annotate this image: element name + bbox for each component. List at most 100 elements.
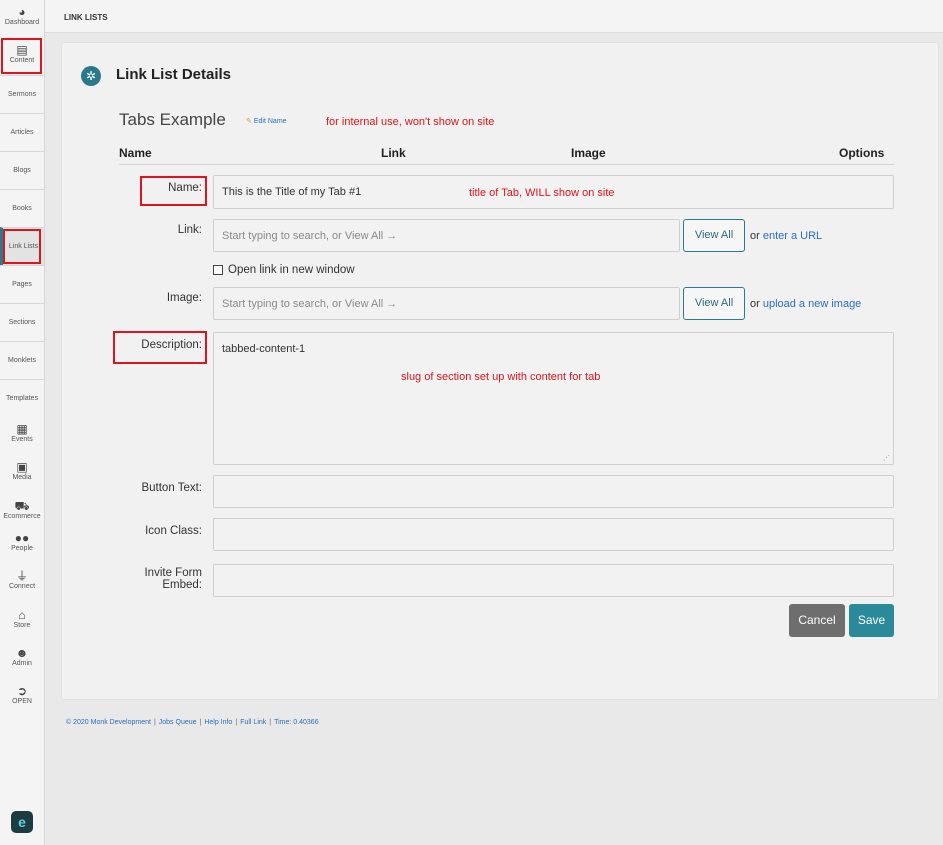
- description-value: tabbed-content-1: [222, 343, 306, 355]
- column-header-link: Link: [381, 146, 406, 160]
- sidebar-item-books[interactable]: Books: [0, 189, 44, 227]
- app-logo[interactable]: e: [11, 811, 33, 833]
- sidebar-item-open[interactable]: ➲ OPEN: [0, 685, 44, 705]
- footer-time: Time: 0.40366: [274, 719, 319, 726]
- link-list-details-panel: ✲ Link List Details Tabs Example ✎ Edit N…: [61, 42, 939, 700]
- sidebar-item-sections[interactable]: Sections: [0, 303, 44, 341]
- chevron-right-icon: ➲: [16, 684, 28, 698]
- cart-icon: ⛟: [14, 499, 30, 513]
- new-window-label: Open link in new window: [228, 264, 355, 276]
- sidebar-item-label: Blogs: [13, 167, 31, 174]
- upload-image-link[interactable]: upload a new image: [763, 298, 861, 310]
- sidebar-item-label: Media: [12, 474, 32, 481]
- gear-icon: ✲: [81, 66, 101, 86]
- link-view-all-button[interactable]: View All: [683, 219, 745, 252]
- sidebar-item-label: Dashboard: [4, 19, 40, 26]
- sidebar-item-label: Events: [11, 436, 33, 443]
- separator: |: [199, 719, 202, 726]
- annotation-title: title of Tab, WILL show on site: [469, 187, 615, 199]
- footer: © 2020 Monk Development | Jobs Queue | Help …: [66, 719, 319, 726]
- sidebar-item-label: Store: [13, 622, 31, 629]
- separator: |: [269, 719, 272, 726]
- page-title: Link List Details: [116, 66, 232, 83]
- dashboard-icon: ◕: [18, 5, 26, 19]
- sidebar-item-label: OPEN: [12, 698, 32, 705]
- sidebar-item-label: Sections: [8, 319, 36, 326]
- sidebar-item-pages[interactable]: Pages: [0, 265, 44, 303]
- sidebar-item-articles[interactable]: Articles: [0, 113, 44, 151]
- sidebar-item-blogs[interactable]: Blogs: [0, 151, 44, 189]
- image-placeholder: Start typing to search, or View All →: [222, 297, 398, 310]
- user-icon: ☻: [15, 646, 29, 660]
- footer-help-info-link[interactable]: Help Info: [204, 719, 232, 726]
- column-header-image: Image: [571, 146, 606, 160]
- sidebar-item-dashboard[interactable]: ◕ Dashboard: [0, 6, 44, 26]
- people-icon: ●●: [14, 531, 30, 545]
- plug-icon: ⏚: [15, 569, 28, 583]
- sidebar-item-connect[interactable]: ⏚ Connect: [0, 570, 44, 590]
- footer-jobs-queue-link[interactable]: Jobs Queue: [159, 719, 197, 726]
- footer-copyright[interactable]: © 2020 Monk Development: [66, 719, 151, 726]
- store-icon: ⌂: [18, 608, 26, 622]
- button-text-label: Button Text:: [141, 482, 202, 494]
- header-divider: [119, 164, 894, 165]
- edit-name-label: Edit Name: [253, 118, 287, 125]
- highlight-description-label: [113, 331, 207, 364]
- media-icon: ▣: [16, 460, 28, 474]
- sidebar-item-sermons[interactable]: Sermons: [0, 75, 44, 113]
- sidebar-item-label: Articles: [10, 129, 34, 136]
- cancel-button[interactable]: Cancel: [789, 604, 845, 637]
- sidebar-item-label: Admin: [12, 660, 32, 667]
- resize-grip-icon[interactable]: ⋰: [883, 454, 890, 462]
- sidebar-item-store[interactable]: ⌂ Store: [0, 609, 44, 629]
- sidebar-item-label: Pages: [12, 281, 32, 288]
- annotation-internal: for internal use, won't show on site: [326, 116, 495, 128]
- invite-form-embed-input[interactable]: [213, 564, 894, 597]
- image-or-text: or upload a new image: [750, 298, 861, 310]
- edit-name-link[interactable]: ✎ Edit Name: [246, 117, 287, 125]
- sidebar-item-label: Templates: [6, 395, 38, 402]
- button-text-input[interactable]: [213, 475, 894, 508]
- sidebar-item-templates[interactable]: Templates: [0, 379, 44, 417]
- icon-class-input[interactable]: [213, 518, 894, 551]
- sidebar: ◕ Dashboard ▤ Content Sermons Articles B…: [0, 0, 45, 845]
- sidebar-item-label: Connect: [8, 583, 36, 590]
- separator: |: [235, 719, 238, 726]
- image-view-all-button[interactable]: View All: [683, 287, 745, 320]
- sidebar-item-label: Monklets: [7, 357, 36, 364]
- or-label: or: [750, 298, 760, 310]
- sidebar-item-label: Sermons: [7, 91, 36, 98]
- footer-full-link[interactable]: Full Link: [240, 719, 266, 726]
- link-search-input[interactable]: Start typing to search, or View All →: [213, 219, 680, 252]
- sidebar-item-media[interactable]: ▣ Media: [0, 461, 44, 481]
- list-name: Tabs Example: [119, 110, 226, 129]
- invite-label-line-1: Invite Form: [144, 567, 202, 579]
- name-value: This is the Title of my Tab #1: [222, 186, 362, 198]
- enter-url-link[interactable]: enter a URL: [763, 230, 822, 242]
- save-button[interactable]: Save: [849, 604, 894, 637]
- separator: |: [153, 719, 156, 726]
- invite-form-embed-label: Invite Form Embed:: [82, 567, 202, 591]
- annotation-slug: slug of section set up with content for …: [401, 371, 601, 383]
- new-window-checkbox[interactable]: [213, 265, 223, 275]
- sidebar-item-label: People: [11, 545, 33, 552]
- link-label: Link:: [177, 224, 202, 236]
- highlight-name-label: [140, 176, 207, 206]
- invite-label-line-2: Embed:: [162, 579, 202, 591]
- sidebar-item-events[interactable]: ▦ Events: [0, 423, 44, 443]
- highlight-link-lists: [3, 229, 41, 264]
- image-label: Image:: [166, 292, 202, 304]
- column-header-options: Options: [839, 146, 885, 160]
- description-textarea[interactable]: tabbed-content-1 ⋰: [213, 332, 894, 465]
- column-header-name: Name: [119, 146, 152, 160]
- sidebar-item-people[interactable]: ●● People: [0, 532, 44, 552]
- calendar-icon: ▦: [16, 422, 28, 436]
- breadcrumb: LINK LISTS: [64, 13, 108, 22]
- sidebar-item-label: Books: [12, 205, 32, 212]
- sidebar-item-ecommerce[interactable]: ⛟ Ecommerce: [0, 500, 44, 520]
- image-search-input[interactable]: Start typing to search, or View All →: [213, 287, 680, 320]
- sidebar-item-admin[interactable]: ☻ Admin: [0, 647, 44, 667]
- sidebar-item-monklets[interactable]: Monklets: [0, 341, 44, 379]
- link-placeholder: Start typing to search, or View All →: [222, 229, 398, 242]
- highlight-content: [1, 38, 42, 74]
